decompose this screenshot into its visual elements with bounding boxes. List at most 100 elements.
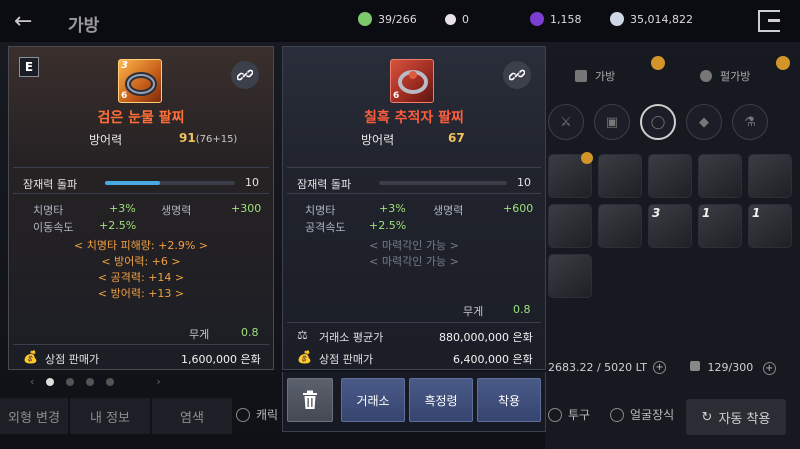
marketplace-button[interactable]: 거래소 <box>341 378 405 422</box>
currency-value: 0 <box>462 12 469 26</box>
stat-value: +2.5% <box>369 219 407 232</box>
divider <box>287 322 541 323</box>
page-dot[interactable] <box>66 377 75 386</box>
exit-icon[interactable] <box>758 10 780 32</box>
potential-bar-fill <box>105 181 160 185</box>
accessory-category-icon[interactable]: ◯ <box>640 104 676 140</box>
potential-bar <box>105 181 235 185</box>
appearance-button[interactable]: 외형 변경 <box>0 398 68 434</box>
page-title: 가방 <box>68 16 100 36</box>
item-weight: 무게 0.8 <box>463 303 531 319</box>
plus-icon[interactable]: + <box>653 361 667 374</box>
page-dot[interactable] <box>86 377 95 386</box>
inventory-slot[interactable] <box>548 152 593 198</box>
equip-button[interactable]: 착용 <box>477 378 541 422</box>
chevron-left-icon[interactable]: ‹ <box>30 375 34 388</box>
main-stat-label: 방어력 <box>89 133 123 147</box>
page-dot[interactable] <box>46 377 55 386</box>
stat-row: 이동속도 +2.5% <box>9 219 273 235</box>
engrave-slot: < 마력각인 가능 > <box>369 255 459 268</box>
trash-icon <box>303 390 317 409</box>
bracelet-graphic <box>125 72 157 96</box>
auto-equip-button[interactable]: ↻ 자동 착용 <box>686 399 786 435</box>
shop-price-value: 1,600,000 은화 <box>181 353 261 366</box>
potential-value: 10 <box>245 176 259 189</box>
potion-category-icon[interactable]: ⚗ <box>732 104 768 140</box>
page-dot[interactable] <box>106 377 115 386</box>
currency-energy: 39/266 <box>358 10 417 28</box>
market-price-label: 거래소 평균가 <box>319 331 384 344</box>
inventory-slot[interactable] <box>698 154 742 198</box>
weight-value: 0.8 <box>513 303 531 316</box>
weapon-category-icon[interactable]: ⚔ <box>548 104 584 140</box>
checkbox-icon <box>548 407 562 422</box>
bracelet-icon: 6 <box>390 59 434 103</box>
inventory-slot[interactable] <box>598 204 642 248</box>
back-arrow-icon[interactable]: ← <box>14 9 32 34</box>
tab-pearl-bag[interactable]: 펄가방 <box>680 56 790 92</box>
inventory-slot[interactable] <box>548 204 592 248</box>
inventory-slot[interactable] <box>598 154 642 198</box>
bag-icon <box>690 361 700 371</box>
selected-item-tooltip: 6 칠흑 추적자 팔찌 방어력 67 잠재력 돌파 10 치명타 +3% 생명력… <box>282 46 546 370</box>
my-info-button[interactable]: 내 정보 <box>70 398 150 434</box>
gem-category-icon[interactable]: ◆ <box>686 104 722 140</box>
black-spirit-button[interactable]: 흑정령 <box>409 378 473 422</box>
stat-name: 생명력 <box>433 204 464 217</box>
link-icon[interactable] <box>503 61 531 89</box>
show-face-accessory-toggle[interactable]: 얼굴장식 <box>610 406 674 423</box>
tab-label: 펄가방 <box>720 70 751 83</box>
potential-value: 10 <box>517 176 531 189</box>
inventory-slot[interactable] <box>648 154 692 198</box>
link-icon[interactable] <box>231 61 259 89</box>
main-stat-label: 방어력 <box>361 133 395 147</box>
silver-coin-icon <box>610 12 624 26</box>
weight-value: 0.8 <box>241 326 259 339</box>
market-price-row: ⚖ 거래소 평균가 880,000,000 은화 <box>283 326 545 346</box>
shop-price-row: 💰 상점 판매가 1,600,000 은화 <box>9 348 273 368</box>
shop-price-value: 6,400,000 은화 <box>453 353 533 366</box>
item-name: 검은 눈물 팔찌 <box>97 110 185 126</box>
dye-button[interactable]: 염색 <box>152 398 232 434</box>
equipped-item-tooltip: E 3 6 검은 눈물 팔찌 방어력 91(76+15) 잠재력 돌파 10 치… <box>8 46 274 370</box>
currency-value: 1,158 <box>550 12 582 26</box>
inventory-slot[interactable]: 1 <box>748 204 792 248</box>
item-name: 칠흑 추적자 팔찌 <box>364 110 464 126</box>
weight-indicator: 2683.22 / 5020 LT + <box>548 361 667 374</box>
stat-value: +3% <box>379 202 406 215</box>
stat-name: 이동속도 <box>33 221 74 234</box>
market-price-value: 880,000,000 은화 <box>439 331 533 344</box>
divider <box>287 193 541 194</box>
inventory-slot[interactable]: 1 <box>698 204 742 248</box>
stat-value: +3% <box>109 202 136 215</box>
delete-button[interactable] <box>287 378 333 422</box>
divider <box>13 193 269 194</box>
stat-row: 치명타 +3% 생명력 +300 <box>9 202 273 218</box>
currency-value: 39/266 <box>378 12 417 26</box>
special-option: < 방어력: +6 > <box>101 255 181 268</box>
chevron-right-icon[interactable]: › <box>156 375 160 388</box>
divider <box>13 167 269 168</box>
inventory-slot[interactable] <box>748 154 792 198</box>
show-character-toggle[interactable]: 캐릭 <box>236 406 278 423</box>
show-helmet-toggle[interactable]: 투구 <box>548 406 590 423</box>
inventory-slot[interactable] <box>548 254 592 298</box>
potential-bar <box>379 181 507 185</box>
stat-row: 공격속도 +2.5% <box>283 219 545 235</box>
bracelet-icon: 3 6 <box>118 59 162 103</box>
stat-name: 생명력 <box>161 204 192 217</box>
potential-label: 잠재력 돌파 <box>297 178 352 191</box>
stat-value: +600 <box>503 202 534 215</box>
tab-bag[interactable]: 가방 <box>555 56 665 92</box>
currency-value: 35,014,822 <box>630 12 693 26</box>
equipped-badge: E <box>19 57 39 77</box>
checkbox-label: 투구 <box>568 408 591 422</box>
main-stat-value: 91(76+15) <box>179 131 238 145</box>
bracelet-graphic <box>398 70 428 94</box>
shop-price-label: 상점 판매가 <box>45 353 100 366</box>
scales-icon: ⚖ <box>297 328 308 342</box>
purple-crystal-icon <box>530 12 544 26</box>
armor-category-icon[interactable]: ▣ <box>594 104 630 140</box>
plus-icon[interactable]: + <box>762 362 776 375</box>
inventory-slot[interactable]: 3 <box>648 204 692 248</box>
